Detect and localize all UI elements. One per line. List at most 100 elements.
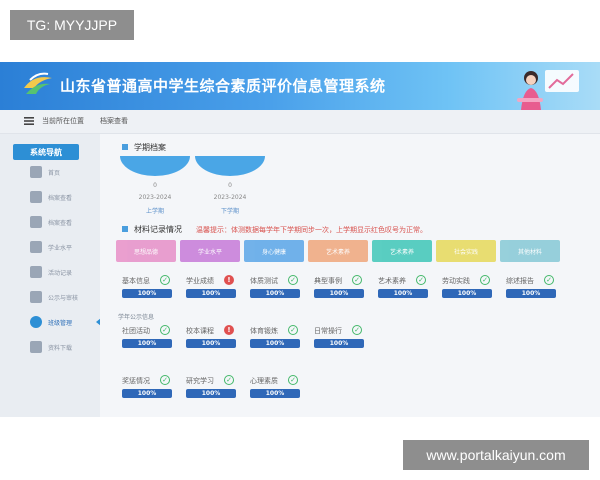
material-item[interactable]: 劳动实践 ✓ 100% — [442, 275, 502, 302]
main-content: 学期档案 0 2023-2024 上学期 0 2023-2024 下学期 材料记… — [100, 134, 600, 417]
breadcrumb-location: 当前所在位置 — [42, 117, 84, 125]
home-icon — [30, 166, 42, 178]
material-item-label: 奖惩情况 — [122, 377, 150, 385]
menu-icon[interactable] — [24, 116, 34, 126]
category-tab[interactable]: 身心健康 — [244, 240, 304, 262]
sidebar-item-label: 公示与审核 — [48, 295, 79, 302]
check-circle-icon: ✓ — [160, 275, 170, 285]
material-item[interactable]: 奖惩情况 ✓ 100% — [122, 375, 182, 402]
material-item[interactable]: 体质测试 ✓ 100% — [250, 275, 310, 302]
edit-icon — [30, 191, 42, 203]
material-item-label: 校本课程 — [186, 327, 214, 335]
material-item[interactable]: 综述报告 ✓ 100% — [506, 275, 566, 302]
check-circle-icon: ✓ — [480, 275, 490, 285]
app-window: 山东省普通高中学生综合素质评价信息管理系统 当前所在位置 档案查看 系统导航 首… — [0, 62, 600, 417]
material-item[interactable]: 心理素质 ✓ 100% — [250, 375, 310, 402]
progress-bar: 100% — [314, 339, 364, 348]
watermark-tag: www.portalkaiyun.com — [403, 440, 589, 470]
alert-icon: ! — [224, 275, 234, 285]
term-card[interactable]: 0 2023-2024 下学期 — [195, 156, 265, 216]
check-circle-icon: ✓ — [352, 325, 362, 335]
progress-bar: 100% — [122, 339, 172, 348]
sidebar-item-label: 档案查看 — [48, 220, 73, 227]
progress-bar: 100% — [314, 289, 364, 298]
term-count: 0 — [228, 182, 232, 189]
breadcrumb-page[interactable]: 档案查看 — [100, 116, 128, 126]
sidebar-item-class[interactable]: 班级管理 — [26, 314, 98, 332]
section-bullet-icon — [122, 226, 128, 232]
sidebar-item-label: 活动记录 — [48, 270, 73, 277]
hint-text: 温馨提示：体测数据每学年下学期同步一次，上学期显示红色叹号为正常。 — [196, 226, 427, 234]
check-circle-icon: ✓ — [352, 275, 362, 285]
term-card[interactable]: 0 2023-2024 上学期 — [120, 156, 190, 216]
material-item[interactable]: 学业成绩! 100% — [186, 275, 246, 302]
category-tab[interactable]: 艺术素养 — [308, 240, 368, 262]
terms-section-title: 学期档案 — [134, 143, 166, 152]
header-banner: 山东省普通高中学生综合素质评价信息管理系统 — [0, 62, 600, 110]
material-item[interactable]: 研究学习 ✓ 100% — [186, 375, 246, 402]
document-icon — [30, 241, 42, 253]
term-name: 上学期 — [145, 208, 164, 215]
category-tab[interactable]: 艺术素养 — [372, 240, 432, 262]
sidebar-item-activity[interactable]: 活动记录 — [26, 264, 98, 282]
material-item-label: 研究学习 — [186, 377, 214, 385]
check-circle-icon: ✓ — [544, 275, 554, 285]
sidebar-item-label: 学业水平 — [48, 245, 73, 252]
users-icon — [30, 291, 42, 303]
check-circle-icon: ✓ — [160, 375, 170, 385]
user-icon — [30, 316, 42, 328]
section-bullet-icon — [122, 144, 128, 150]
material-item-label: 典型事例 — [314, 277, 342, 285]
logo-icon — [24, 72, 52, 94]
term-name: 下学期 — [220, 208, 239, 215]
sidebar-item-review[interactable]: 公示与审核 — [26, 289, 98, 307]
category-tab[interactable]: 其他材料 — [500, 240, 560, 262]
material-item-label: 体育锻炼 — [250, 327, 278, 335]
sidebar-item-archive[interactable]: 档案查看 — [26, 214, 98, 232]
sidebar-item-archive-view[interactable]: 档案查看 — [26, 189, 98, 207]
progress-bar: 100% — [506, 289, 556, 298]
check-circle-icon: ✓ — [416, 275, 426, 285]
material-item-label: 社团活动 — [122, 327, 150, 335]
hero-illustration-icon — [517, 70, 579, 110]
material-item[interactable]: 艺术素养 ✓ 100% — [378, 275, 438, 302]
material-item-label: 体质测试 — [250, 277, 278, 285]
progress-bar: 100% — [250, 339, 300, 348]
sidebar-item-academic[interactable]: 学业水平 — [26, 239, 98, 257]
sub-heading: 学年公示信息 — [118, 314, 155, 321]
material-item-label: 基本信息 — [122, 277, 150, 285]
check-circle-icon: ✓ — [288, 325, 298, 335]
page-root: TG: MYYJJPP 山东省普通高中学生综合素质评价信息管理系统 当前所在位置… — [0, 0, 600, 480]
material-item-label: 综述报告 — [506, 277, 534, 285]
breadcrumb: 当前所在位置 档案查看 — [0, 110, 600, 134]
sidebar: 系统导航 首页 档案查看 档案查看 学业水平 活动记录 公示与审核 班级管理 资… — [0, 134, 101, 417]
list-icon — [30, 266, 42, 278]
progress-bar: 100% — [186, 289, 236, 298]
term-count: 0 — [153, 182, 157, 189]
material-item[interactable]: 社团活动 ✓ 100% — [122, 325, 182, 352]
category-tab[interactable]: 思想品德 — [116, 240, 176, 262]
category-tab[interactable]: 学业水平 — [180, 240, 240, 262]
progress-bar: 100% — [442, 289, 492, 298]
term-year: 2023-2024 — [138, 194, 172, 201]
watermark-tag: TG: MYYJJPP — [10, 10, 134, 40]
material-item[interactable]: 基本信息 ✓ 100% — [122, 275, 182, 302]
category-tab[interactable]: 社会实践 — [436, 240, 496, 262]
folder-icon — [30, 216, 42, 228]
material-item[interactable]: 体育锻炼 ✓ 100% — [250, 325, 310, 352]
alert-icon: ! — [224, 325, 234, 335]
material-item[interactable]: 日常操行 ✓ 100% — [314, 325, 374, 352]
progress-bar: 100% — [250, 289, 300, 298]
sidebar-item-label: 首页 — [48, 170, 61, 177]
material-item[interactable]: 校本课程! 100% — [186, 325, 246, 352]
sidebar-item-download[interactable]: 资料下载 — [26, 339, 98, 357]
sidebar-item-label: 资料下载 — [48, 345, 73, 352]
sidebar-item-home[interactable]: 首页 — [26, 164, 98, 182]
check-circle-icon: ✓ — [288, 275, 298, 285]
material-item-label: 心理素质 — [250, 377, 278, 385]
term-arc — [195, 156, 265, 176]
term-year: 2023-2024 — [213, 194, 247, 201]
progress-bar: 100% — [186, 339, 236, 348]
clipboard-icon — [30, 341, 42, 353]
material-item[interactable]: 典型事例 ✓ 100% — [314, 275, 374, 302]
